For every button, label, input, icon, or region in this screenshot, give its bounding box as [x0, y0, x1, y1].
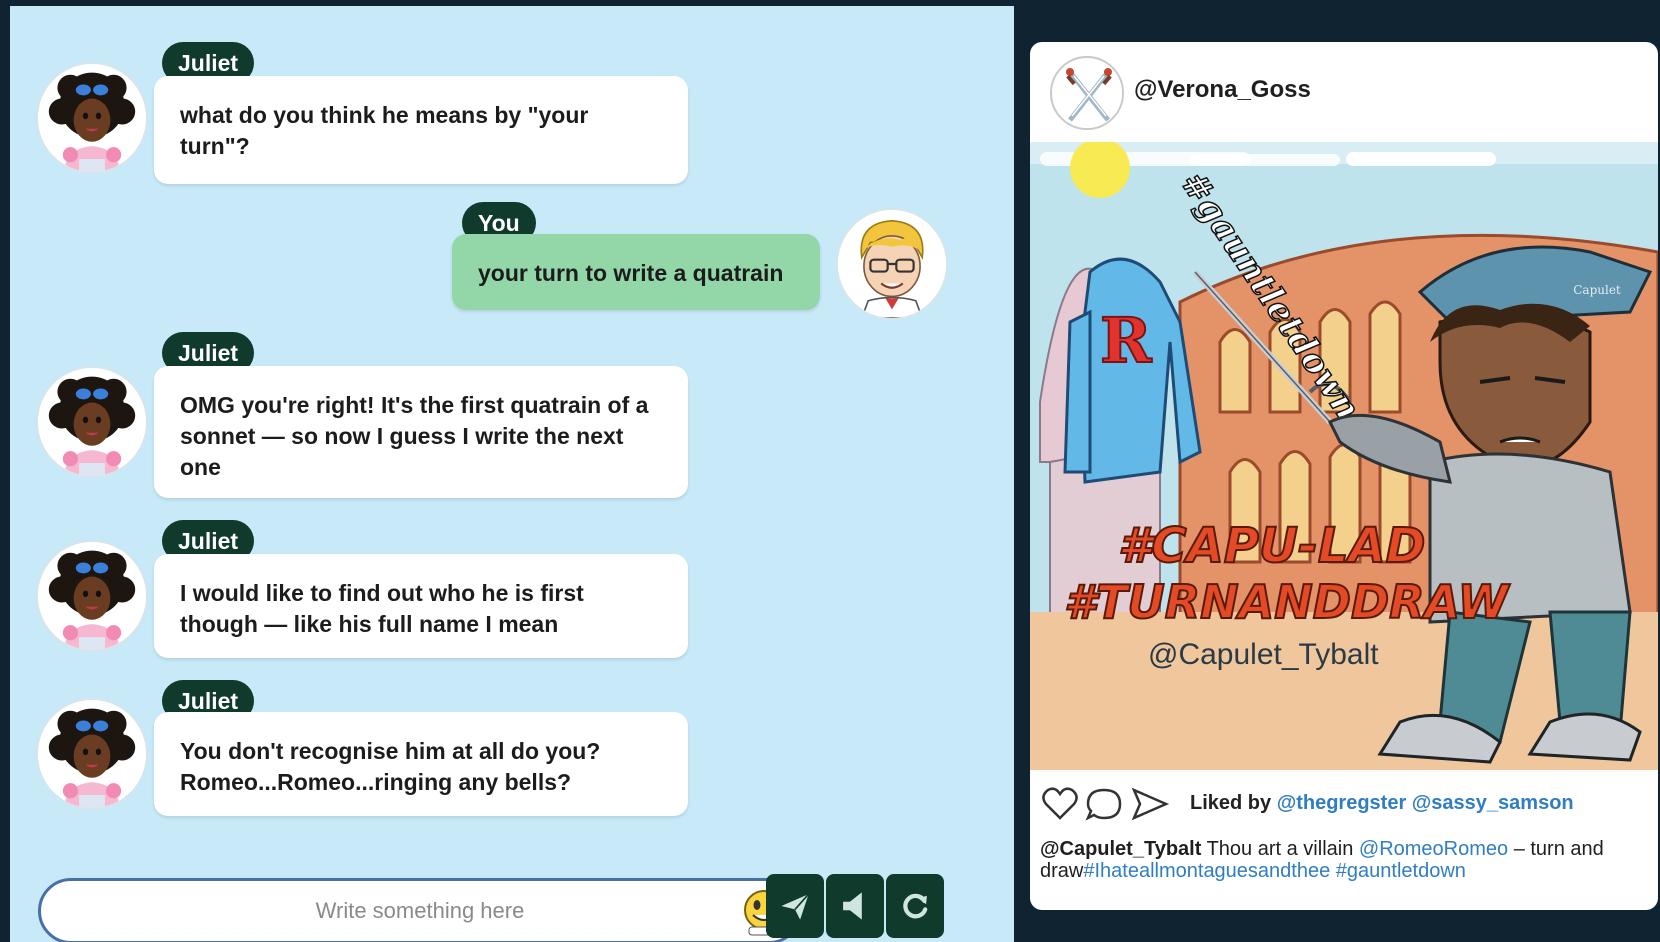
audio-button[interactable]	[826, 874, 884, 938]
liked-by-user[interactable]: @sassy_samson	[1412, 792, 1574, 814]
juliet-avatar	[36, 366, 148, 478]
message-bubble-juliet: I would like to find out who he is first…	[154, 554, 688, 658]
message-bubble-juliet: what do you think he means by "your turn…	[154, 76, 688, 184]
caption-mention[interactable]: @RomeoRomeo	[1359, 838, 1508, 860]
refresh-icon	[903, 893, 928, 919]
juliet-avatar	[36, 698, 148, 810]
heart-icon[interactable]	[1040, 784, 1080, 824]
post-username[interactable]: @Verona_Goss	[1134, 76, 1311, 104]
reset-button[interactable]	[886, 874, 944, 938]
share-icon[interactable]	[1130, 784, 1170, 824]
post-image: R #gauntletdown Capulet #CAPU-LAD #TURNA…	[1030, 142, 1658, 770]
message-input-wrapper	[38, 878, 802, 942]
liked-by: Liked by @thegregster @sassy_samson	[1190, 792, 1574, 815]
chat-panel: Juliet what do you think he means by "yo…	[10, 6, 1014, 942]
message-bubble-juliet: OMG you're right! It's the first quatrai…	[154, 366, 688, 498]
liked-by-user[interactable]: @thegregster	[1277, 792, 1407, 814]
caption-author[interactable]: @Capulet_Tybalt	[1040, 838, 1201, 860]
profile-logo[interactable]	[1050, 56, 1124, 130]
user-avatar	[836, 208, 948, 320]
juliet-avatar	[36, 62, 148, 174]
liked-by-label: Liked by	[1190, 792, 1272, 814]
message-input[interactable]	[41, 881, 799, 941]
post-caption: @Capulet_Tybalt Thou art a villain @Rome…	[1040, 838, 1650, 882]
juliet-avatar	[36, 540, 148, 652]
caption-hashtags[interactable]: #Ihateallmontaguesandthee #gauntletdown	[1083, 860, 1466, 882]
post-actions: Liked by @thegregster @sassy_samson	[1040, 784, 1650, 824]
image-handle: @Capulet_Tybalt	[1148, 638, 1379, 671]
social-post: @Verona_Goss R #gauntletdown Capulet #CA…	[1030, 42, 1658, 910]
message-bubble-juliet: You don't recognise him at all do you? R…	[154, 712, 688, 816]
speaker-icon	[843, 892, 862, 920]
jacket-letter: R	[1100, 304, 1152, 377]
send-icon	[781, 893, 810, 920]
image-hashtag-capulad: #CAPU-LAD	[1118, 518, 1425, 574]
post-header: @Verona_Goss	[1030, 42, 1658, 142]
caption-text: Thou art a villain	[1201, 838, 1359, 860]
send-button[interactable]	[766, 874, 824, 938]
cap-badge-text: Capulet	[1573, 283, 1621, 297]
comment-icon[interactable]	[1084, 784, 1124, 824]
image-hashtag-turnanddraw: #TURNANDDRAW	[1064, 575, 1511, 629]
message-bubble-you: your turn to write a quatrain	[452, 234, 820, 310]
